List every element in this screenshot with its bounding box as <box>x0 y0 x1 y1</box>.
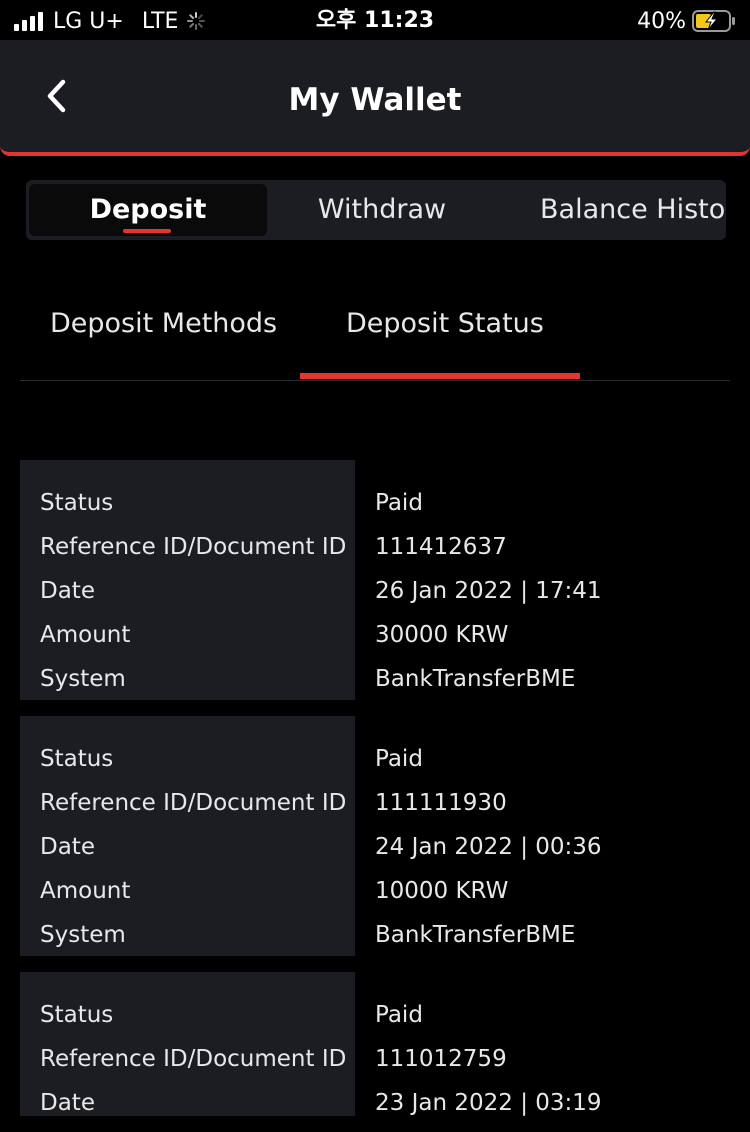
reference-label: Reference ID/Document ID <box>40 790 347 816</box>
status-label: Status <box>40 490 114 516</box>
record-row-system: System BankTransferBME <box>20 913 730 957</box>
status-bar: LG U+ LTE 오후 11:23 40% <box>0 0 750 40</box>
reference-value: 111111930 <box>375 790 507 816</box>
battery-percentage: 40% <box>637 8 686 34</box>
tab-deposit[interactable]: Deposit <box>29 184 267 236</box>
date-label: Date <box>40 578 95 604</box>
date-label: Date <box>40 834 95 860</box>
system-value: BankTransferBME <box>375 666 576 692</box>
amount-label: Amount <box>40 878 131 904</box>
wallet-tabs: Deposit Withdraw Balance History <box>26 180 726 240</box>
active-subtab-indicator <box>300 373 580 379</box>
record-row-status: Status Paid <box>20 737 730 781</box>
record-row-system: System BankTransferBME <box>20 657 730 701</box>
reference-value: 111412637 <box>375 534 507 560</box>
system-label: System <box>40 666 126 692</box>
system-label: System <box>40 922 126 948</box>
record-row-amount: Amount 30000 KRW <box>20 613 730 657</box>
status-value: Paid <box>375 490 423 516</box>
status-value: Paid <box>375 1002 423 1028</box>
reference-label: Reference ID/Document ID <box>40 534 347 560</box>
tab-deposit-label: Deposit <box>89 194 207 225</box>
amount-value: 10000 KRW <box>375 878 509 904</box>
record-row-status: Status Paid <box>20 993 730 1037</box>
status-bar-right: 40% <box>637 6 736 36</box>
deposit-record: Status Paid Reference ID/Document ID 111… <box>20 972 730 1116</box>
system-value: BankTransferBME <box>375 922 576 948</box>
tab-withdraw[interactable]: Withdraw <box>282 180 482 240</box>
status-value: Paid <box>375 746 423 772</box>
tab-deposit-methods[interactable]: Deposit Methods <box>50 304 277 344</box>
tab-deposit-status[interactable]: Deposit Status <box>346 304 544 344</box>
record-row-reference: Reference ID/Document ID 111412637 <box>20 525 730 569</box>
reference-value: 111012759 <box>375 1046 507 1072</box>
tab-balance-history[interactable]: Balance History <box>540 180 726 240</box>
active-tab-underline <box>123 229 171 233</box>
record-row-reference: Reference ID/Document ID 111012759 <box>20 1037 730 1081</box>
deposit-records-list: Status Paid Reference ID/Document ID 111… <box>20 460 730 1132</box>
status-label: Status <box>40 1002 114 1028</box>
date-value: 23 Jan 2022 | 03:19 <box>375 1090 602 1116</box>
deposit-subtabs: Deposit Methods Deposit Status <box>20 290 730 381</box>
reference-label: Reference ID/Document ID <box>40 1046 347 1072</box>
amount-label: Amount <box>40 622 131 648</box>
record-row-amount: Amount 10000 KRW <box>20 869 730 913</box>
battery-charging-icon <box>692 10 736 32</box>
record-row-status: Status Paid <box>20 481 730 525</box>
record-row-date: Date 24 Jan 2022 | 00:36 <box>20 825 730 869</box>
record-row-reference: Reference ID/Document ID 111111930 <box>20 781 730 825</box>
status-label: Status <box>40 746 114 772</box>
date-value: 26 Jan 2022 | 17:41 <box>375 578 602 604</box>
amount-value: 30000 KRW <box>375 622 509 648</box>
deposit-record: Status Paid Reference ID/Document ID 111… <box>20 460 730 700</box>
app-header: My Wallet <box>0 40 750 156</box>
date-value: 24 Jan 2022 | 00:36 <box>375 834 602 860</box>
date-label: Date <box>40 1090 95 1116</box>
deposit-record: Status Paid Reference ID/Document ID 111… <box>20 716 730 956</box>
page-title: My Wallet <box>288 82 462 118</box>
record-row-date: Date 23 Jan 2022 | 03:19 <box>20 1081 730 1125</box>
record-row-date: Date 26 Jan 2022 | 17:41 <box>20 569 730 613</box>
